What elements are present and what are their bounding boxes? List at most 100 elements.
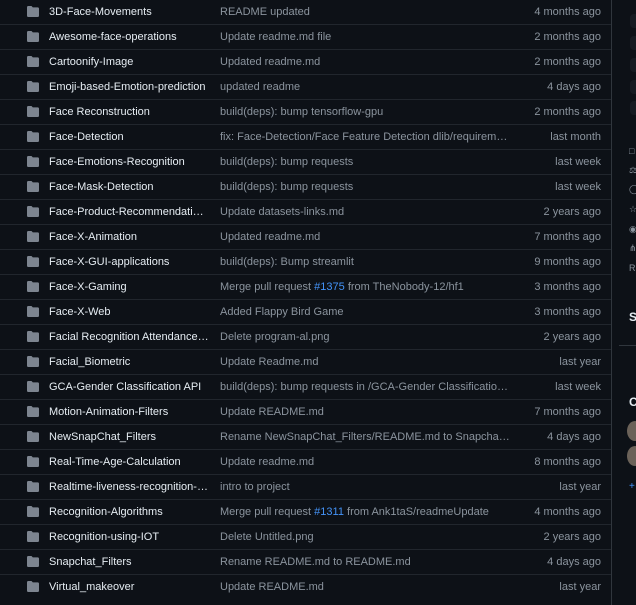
file-name-link[interactable]: Face-Detection [49,131,209,143]
commit-date: 2 years ago [543,531,601,543]
file-row[interactable]: Motion-Animation-Filters Update README.md… [0,399,611,424]
commit-message-link[interactable]: Update readme.md [220,456,510,468]
commit-message-link[interactable]: Updated readme.md [220,56,510,68]
commit-message-link[interactable]: build(deps): bump requests [220,181,510,193]
pull-request-link[interactable]: #1375 [314,281,345,293]
commit-message-link[interactable]: build(deps): bump tensorflow-gpu [220,106,510,118]
file-row[interactable]: GCA-Gender Classification API build(deps)… [0,374,611,399]
file-row[interactable]: Face-X-GUI-applications build(deps): Bump… [0,249,611,274]
folder-icon [27,356,39,367]
folder-icon [27,531,39,542]
file-name-link[interactable]: Awesome-face-operations [49,31,209,43]
file-row[interactable]: Awesome-face-operations Update readme.md … [0,24,611,49]
folder-icon [27,131,39,142]
file-name-link[interactable]: Recognition-Algorithms [49,506,209,518]
file-name-link[interactable]: Facial_Biometric [49,356,209,368]
file-row[interactable]: Virtual_makeover Update README.md last yea… [0,574,611,599]
file-name-link[interactable]: Motion-Animation-Filters [49,406,209,418]
file-name-link[interactable]: Face-X-Animation [49,231,209,243]
file-name-link[interactable]: Realtime-liveness-recognition-system [49,481,209,493]
file-row[interactable]: Facial_Biometric Update Readme.md last yea… [0,349,611,374]
commit-message-link[interactable]: Update readme.md file [220,31,510,43]
report-link[interactable]: R [629,264,636,273]
commit-message-link[interactable]: Merge pull request #1311 from Ank1taS/re… [220,506,510,518]
file-row[interactable]: Recognition-Algorithms Merge pull request… [0,499,611,524]
folder-icon [27,381,39,392]
file-row[interactable]: Face-Mask-Detection build(deps): bump req… [0,174,611,199]
commit-date: 2 years ago [543,331,601,343]
commit-date: 2 years ago [543,206,601,218]
file-row[interactable]: 3D-Face-Movements README updated 4 months … [0,0,611,24]
folder-icon [27,556,39,567]
releases-heading: S [629,310,636,324]
file-name-link[interactable]: GCA-Gender Classification API [49,381,209,393]
folder-icon [27,506,39,517]
sidebar-blob [630,80,636,94]
commit-message-link[interactable]: Delete Untitled.png [220,531,510,543]
file-name-link[interactable]: Facial Recognition Attendance Mana... [49,331,209,343]
file-row[interactable]: Recognition-using-IOT Delete Untitled.png… [0,524,611,549]
file-row[interactable]: Real-Time-Age-Calculation Update readme.m… [0,449,611,474]
commit-message-link[interactable]: Update Readme.md [220,356,510,368]
sidebar-blob [630,101,636,115]
file-name-link[interactable]: NewSnapChat_Filters [49,431,209,443]
commit-date: last year [559,581,601,593]
file-name-link[interactable]: Face-Product-Recommendation-Syst... [49,206,209,218]
commit-message-link[interactable]: Update README.md [220,406,510,418]
commit-message-link[interactable]: build(deps): Bump streamlit [220,256,510,268]
file-name-link[interactable]: Face-Emotions-Recognition [49,156,209,168]
file-name-link[interactable]: Face-X-GUI-applications [49,256,209,268]
file-row[interactable]: NewSnapChat_Filters Rename NewSnapChat_Fi… [0,424,611,449]
more-contributors-link[interactable]: + [629,481,635,492]
fork-icon: ⋔ [629,243,636,253]
file-list: 3D-Face-Movements README updated 4 months … [0,0,612,605]
file-name-link[interactable]: Emoji-based-Emotion-prediction [49,81,209,93]
file-row[interactable]: Emoji-based-Emotion-prediction updated re… [0,74,611,99]
file-name-link[interactable]: Cartoonify-Image [49,56,209,68]
file-row[interactable]: Face Reconstruction build(deps): bump ten… [0,99,611,124]
commit-message-link[interactable]: intro to project [220,481,510,493]
contributors-heading: C [629,395,636,409]
file-row[interactable]: Face-Emotions-Recognition build(deps): bu… [0,149,611,174]
file-name-link[interactable]: Face Reconstruction [49,106,209,118]
avatar[interactable] [627,421,636,441]
file-name-link[interactable]: Face-X-Gaming [49,281,209,293]
file-row[interactable]: Face-X-Gaming Merge pull request #1375 fr… [0,274,611,299]
file-name-link[interactable]: Virtual_makeover [49,581,209,593]
file-name-link[interactable]: 3D-Face-Movements [49,6,209,18]
commit-date: 9 months ago [534,256,601,268]
file-name-link[interactable]: Recognition-using-IOT [49,531,209,543]
commit-message-link[interactable]: fix: Face-Detection/Face Feature Detecti… [220,131,510,143]
file-row[interactable]: Cartoonify-Image Updated readme.md 2 month… [0,49,611,74]
file-row[interactable]: Face-Product-Recommendation-Syst... Updat… [0,199,611,224]
file-name-link[interactable]: Face-Mask-Detection [49,181,209,193]
file-name-link[interactable]: Real-Time-Age-Calculation [49,456,209,468]
eye-icon: ◉ [629,224,636,234]
star-icon: ☆ [629,204,636,214]
commit-message-link[interactable]: Merge pull request #1375 from TheNobody-… [220,281,510,293]
commit-message-link[interactable]: Update README.md [220,581,510,593]
file-row[interactable]: Face-X-Web Added Flappy Bird Game 3 months… [0,299,611,324]
folder-icon [27,56,39,67]
commit-message-link[interactable]: Updated readme.md [220,231,510,243]
commit-message-link[interactable]: README updated [220,6,510,18]
commit-message-link[interactable]: build(deps): bump requests [220,156,510,168]
commit-message-link[interactable]: Update datasets-links.md [220,206,510,218]
avatar[interactable] [627,446,636,466]
commit-message-link[interactable]: Delete program-al.png [220,331,510,343]
file-row[interactable]: Face-Detection fix: Face-Detection/Face F… [0,124,611,149]
folder-icon [27,81,39,92]
file-name-link[interactable]: Snapchat_Filters [49,556,209,568]
file-row[interactable]: Realtime-liveness-recognition-system intr… [0,474,611,499]
pull-request-link[interactable]: #1311 [314,506,344,518]
file-row[interactable]: Snapchat_Filters Rename README.md to READ… [0,549,611,574]
commit-message-link[interactable]: updated readme [220,81,510,93]
sidebar-blob [630,14,636,28]
commit-message-link[interactable]: Added Flappy Bird Game [220,306,510,318]
commit-message-link[interactable]: build(deps): bump requests in /GCA-Gende… [220,381,510,393]
file-row[interactable]: Facial Recognition Attendance Mana... Del… [0,324,611,349]
file-name-link[interactable]: Face-X-Web [49,306,209,318]
commit-message-link[interactable]: Rename README.md to README.md [220,556,510,568]
commit-message-link[interactable]: Rename NewSnapChat_Filters/README.md to … [220,431,510,443]
file-row[interactable]: Face-X-Animation Updated readme.md 7 month… [0,224,611,249]
